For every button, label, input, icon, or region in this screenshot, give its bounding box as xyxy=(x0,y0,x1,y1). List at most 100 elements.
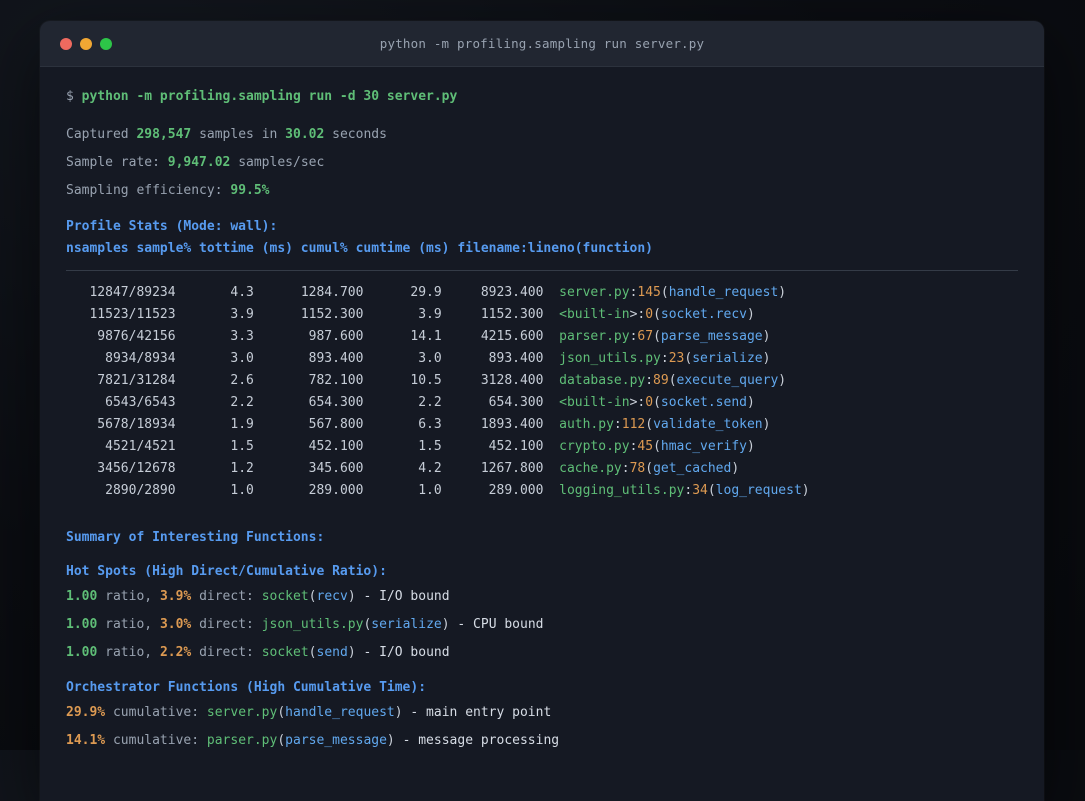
text-segment: ( xyxy=(668,373,677,388)
module-name: parser.py xyxy=(206,733,278,748)
stats-row: 12847/89234 4.3 1284.700 29.9 8923.400 s… xyxy=(66,282,1018,304)
text-segment xyxy=(543,417,559,432)
hotspots-title: Hot Spots (High Direct/Cumulative Ratio)… xyxy=(66,561,1018,583)
traffic-lights xyxy=(60,21,112,66)
function-name: serialize xyxy=(692,351,763,366)
table-header: nsamples sample% tottime (ms) cumul% cum… xyxy=(66,241,653,256)
percent-value: 14.1% xyxy=(66,733,106,748)
text-segment: ratio, xyxy=(97,645,160,660)
text-segment: ) xyxy=(746,307,755,322)
sample-rate-line: Sample rate: 9,947.02 samples/sec xyxy=(66,152,1018,174)
command-text: python -m profiling.sampling run -d 30 s… xyxy=(81,89,458,104)
col-cumul-pct: 14.1 xyxy=(363,329,442,344)
function-name: validate_token xyxy=(653,417,763,432)
file-name: server.py xyxy=(559,285,630,300)
function-name: handle_request xyxy=(668,285,779,300)
command-line: $ python -m profiling.sampling run -d 30… xyxy=(66,86,1018,108)
col-nsamples: 2890/2890 xyxy=(66,483,176,498)
text-segment: ( xyxy=(308,645,317,660)
function-name: socket.send xyxy=(660,395,747,410)
module-name: server.py xyxy=(206,705,278,720)
ratio-value: 1.00 xyxy=(66,589,98,604)
text-segment: >: xyxy=(629,395,646,410)
close-button[interactable] xyxy=(60,37,72,50)
stats-row: 3456/12678 1.2 345.600 4.2 1267.800 cach… xyxy=(66,458,1018,480)
text-segment: ) xyxy=(778,285,787,300)
prompt-symbol: $ xyxy=(66,89,82,104)
col-tottime: 452.100 xyxy=(253,439,364,454)
stats-row: 7821/31284 2.6 782.100 10.5 3128.400 dat… xyxy=(66,370,1018,392)
text-segment: ) xyxy=(731,461,740,476)
titlebar[interactable]: python -m profiling.sampling run server.… xyxy=(40,21,1044,67)
text-segment: ) xyxy=(347,645,356,660)
function-name: socket.recv xyxy=(660,307,747,322)
text-segment: ) xyxy=(386,733,395,748)
stats-title: Profile Stats (Mode: wall): xyxy=(66,216,1018,238)
text-segment: : xyxy=(621,461,630,476)
section-title: Profile Stats (Mode: wall): xyxy=(66,219,278,234)
file-name: <built-in xyxy=(559,395,630,410)
note-text: - I/O bound xyxy=(355,645,450,660)
text-segment: >: xyxy=(629,307,646,322)
text-segment xyxy=(543,329,559,344)
col-cumtime: 654.300 xyxy=(441,395,544,410)
text-segment: direct: xyxy=(191,617,262,632)
text-segment: direct: xyxy=(191,589,262,604)
col-sample-pct: 1.2 xyxy=(175,461,254,476)
section-title: Hot Spots (High Direct/Cumulative Ratio)… xyxy=(66,564,387,579)
efficiency-line: Sampling efficiency: 99.5% xyxy=(66,180,1018,202)
col-sample-pct: 3.9 xyxy=(175,307,254,322)
text-segment: ) xyxy=(778,373,787,388)
function-name: log_request xyxy=(715,483,802,498)
text-segment: ( xyxy=(277,705,286,720)
col-cumul-pct: 6.3 xyxy=(363,417,442,432)
col-sample-pct: 3.0 xyxy=(175,351,254,366)
col-cumul-pct: 3.0 xyxy=(363,351,442,366)
col-nsamples: 6543/6543 xyxy=(66,395,176,410)
text-segment: ( xyxy=(684,351,693,366)
file-name: json_utils.py xyxy=(559,351,661,366)
hotspot-line: 1.00 ratio, 3.9% direct: socket(recv) - … xyxy=(66,586,1018,608)
text-segment: cumulative: xyxy=(105,705,207,720)
stats-row: 5678/18934 1.9 567.800 6.3 1893.400 auth… xyxy=(66,414,1018,436)
text-segment: ) xyxy=(746,395,755,410)
function-name: recv xyxy=(316,589,348,604)
text-segment: Sample rate: xyxy=(66,155,168,170)
text-segment: 99.5% xyxy=(230,183,270,198)
text-segment: 298,547 xyxy=(136,127,192,142)
terminal-content: $ python -m profiling.sampling run -d 30… xyxy=(40,67,1044,777)
text-segment: ) xyxy=(347,589,356,604)
file-name: cache.py xyxy=(559,461,622,476)
text-segment: cumulative: xyxy=(105,733,207,748)
section-title: Orchestrator Functions (High Cumulative … xyxy=(66,680,427,695)
text-segment: : xyxy=(613,417,622,432)
text-segment: direct: xyxy=(191,645,262,660)
maximize-button[interactable] xyxy=(100,37,112,50)
text-segment: : xyxy=(684,483,693,498)
module-name: socket xyxy=(261,645,309,660)
ratio-value: 1.00 xyxy=(66,617,98,632)
text-segment: 9,947.02 xyxy=(167,155,231,170)
col-nsamples: 7821/31284 xyxy=(66,373,176,388)
orchestrator-line: 29.9% cumulative: server.py(handle_reque… xyxy=(66,702,1018,724)
col-tottime: 1152.300 xyxy=(253,307,364,322)
orchestrator-line: 14.1% cumulative: parser.py(parse_messag… xyxy=(66,730,1018,752)
col-cumul-pct: 3.9 xyxy=(363,307,442,322)
function-name: send xyxy=(316,645,348,660)
col-sample-pct: 3.3 xyxy=(175,329,254,344)
col-sample-pct: 1.9 xyxy=(175,417,254,432)
summary-title: Summary of Interesting Functions: xyxy=(66,527,1018,549)
text-segment: samples in xyxy=(191,127,286,142)
stats-row: 9876/42156 3.3 987.600 14.1 4215.600 par… xyxy=(66,326,1018,348)
col-nsamples: 3456/12678 xyxy=(66,461,176,476)
text-segment: ( xyxy=(277,733,286,748)
minimize-button[interactable] xyxy=(80,37,92,50)
function-name: handle_request xyxy=(285,705,395,720)
col-cumul-pct: 10.5 xyxy=(363,373,442,388)
col-cumul-pct: 2.2 xyxy=(363,395,442,410)
text-segment xyxy=(543,395,559,410)
col-cumtime: 3128.400 xyxy=(441,373,544,388)
text-segment xyxy=(543,285,559,300)
note-text: - message processing xyxy=(394,733,560,748)
col-nsamples: 12847/89234 xyxy=(66,285,176,300)
